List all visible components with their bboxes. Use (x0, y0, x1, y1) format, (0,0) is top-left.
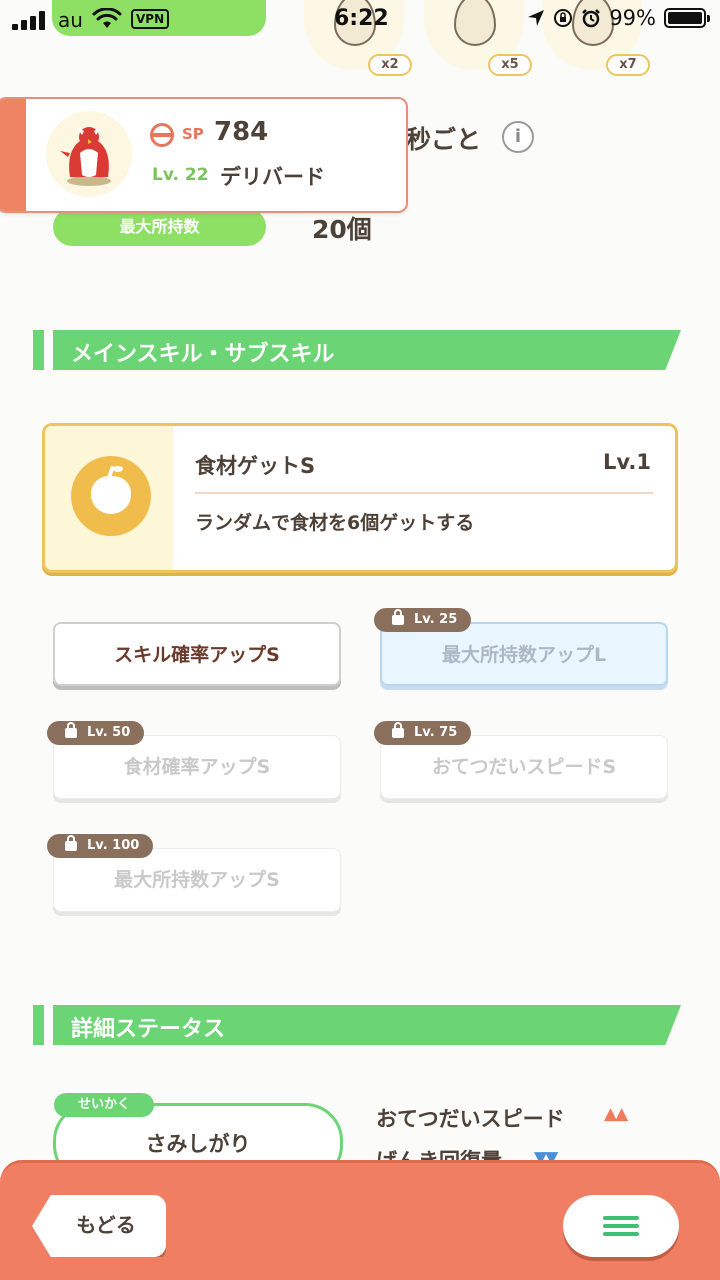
battery-percent: 99% (609, 6, 656, 30)
pokemon-name: デリバード (220, 165, 325, 189)
lock-badge: Lv. 75 (374, 721, 472, 745)
rotation-lock-icon (554, 9, 573, 27)
pokemon-summary-card[interactable]: SP 784 Lv. 22 デリバード (0, 97, 408, 213)
signal-icon (12, 10, 46, 30)
skill-icon-box (45, 426, 173, 570)
divider (195, 492, 653, 494)
lock-badge: Lv. 50 (47, 721, 145, 745)
sp-label: SP (182, 125, 204, 143)
lock-badge: Lv. 25 (374, 608, 472, 632)
pokemon-avatar (46, 111, 132, 197)
details-section-header: 詳細ステータス (33, 1005, 683, 1045)
section-title: 詳細ステータス (71, 1017, 226, 1042)
main-skill-card[interactable]: 食材ゲットS Lv.1 ランダムで食材を6個ゲットする (42, 423, 678, 573)
status-bar: au VPN 6:22 99% (0, 0, 720, 40)
battery-icon (664, 8, 710, 28)
egg-multiplier: x5 (488, 54, 532, 76)
card-stripe (0, 99, 26, 211)
lock-icon (65, 835, 77, 851)
max-carry-label: 最大所持数 (53, 208, 266, 246)
skills-section-header: メインスキル・サブスキル (33, 330, 683, 370)
location-arrow-icon (528, 10, 545, 26)
section-title: メインスキル・サブスキル (71, 342, 335, 367)
menu-icon (603, 1216, 639, 1220)
lock-icon (392, 609, 404, 625)
lock-icon (392, 722, 404, 738)
carrier-label: au (58, 8, 83, 32)
egg-multiplier: x7 (606, 54, 650, 76)
stat-up-label: おてつだいスピード (376, 1107, 565, 1131)
sp-ball-icon (150, 123, 174, 147)
status-right: 99% (527, 6, 710, 30)
pokemon-level: Lv. 22 (152, 165, 209, 185)
main-skill-name: 食材ゲットS (195, 454, 316, 478)
up-arrows-icon: ▲▲ (604, 1104, 628, 1124)
info-icon[interactable]: i (502, 121, 534, 153)
menu-button[interactable] (563, 1195, 679, 1257)
vpn-badge: VPN (131, 9, 170, 29)
delibird-icon (60, 127, 111, 186)
egg-multiplier: x2 (368, 54, 412, 76)
alarm-icon (582, 9, 601, 28)
wifi-icon (92, 8, 122, 28)
apple-icon (71, 456, 151, 536)
status-time: 6:22 (334, 6, 389, 31)
frequency-text: 秒ごと (406, 125, 482, 154)
nature-tag: せいかく (54, 1093, 154, 1117)
back-button[interactable]: もどる (32, 1195, 166, 1257)
main-skill-description: ランダムで食材を6個ゲットする (195, 512, 475, 534)
max-carry-value: 20個 (312, 215, 372, 244)
sp-value: 784 (214, 117, 269, 147)
lock-icon (65, 722, 77, 738)
bottom-bar: もどる (0, 1160, 720, 1280)
subskill-1[interactable]: スキル確率アップS (53, 622, 341, 686)
main-skill-level: Lv.1 (603, 450, 651, 474)
lock-badge: Lv. 100 (47, 834, 154, 858)
nature-value: さみしがり (145, 1132, 251, 1156)
